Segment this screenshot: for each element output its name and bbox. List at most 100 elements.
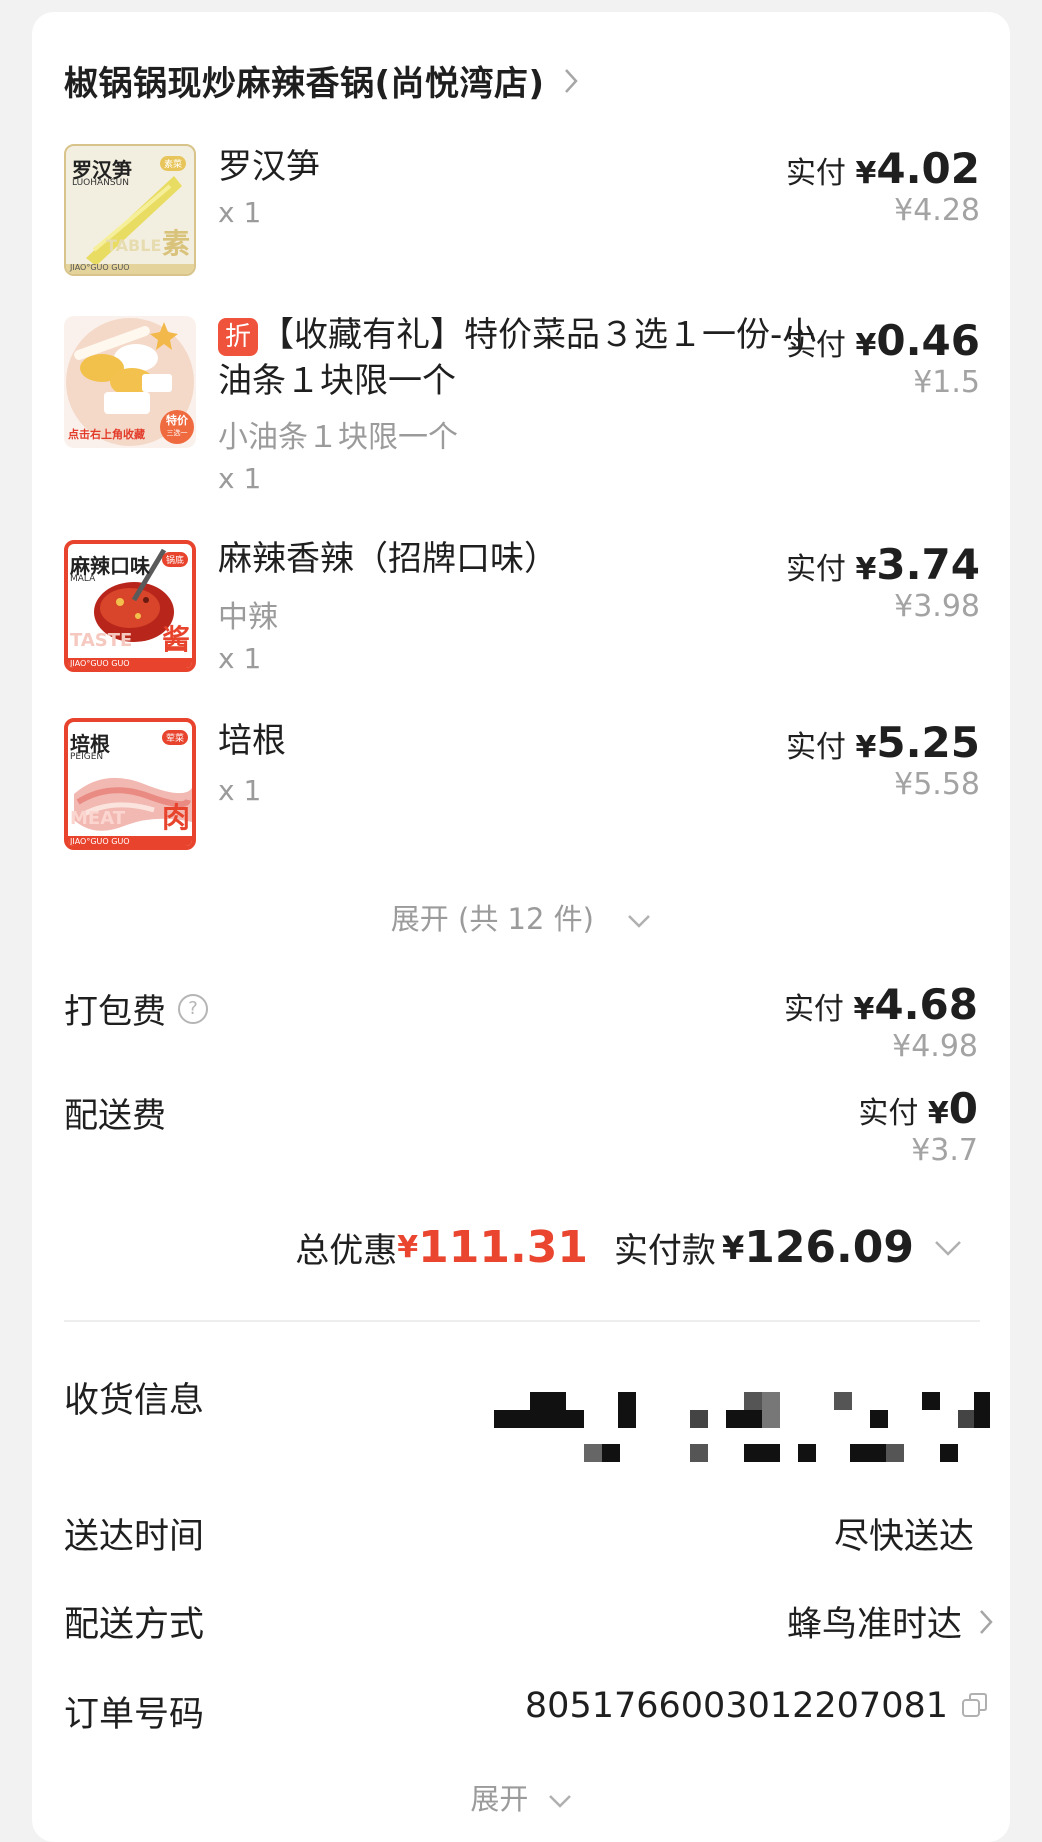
paid-amount: 3.74 (876, 540, 980, 589)
thumb-badge-title: 特价 (166, 414, 188, 427)
item-quantity: x 1 (218, 774, 262, 807)
item-quantity: x 1 (218, 462, 262, 495)
thumb-badge-sub: 三选一 (166, 429, 188, 437)
paid-amount: 0 (948, 1084, 978, 1133)
item-price: 实付 ¥0.46 ¥1.5 (786, 316, 980, 400)
currency-symbol: ¥ (855, 328, 877, 363)
original-price: ¥4.98 (892, 1029, 978, 1064)
currency-symbol: ¥ (855, 552, 877, 587)
currency-symbol: ¥ (855, 730, 877, 765)
chevron-right-icon (980, 1609, 993, 1634)
currency-symbol: ¥ (855, 156, 877, 191)
paid-amount: 0.46 (876, 316, 980, 365)
delivery-method-label: 配送方式 (64, 1605, 205, 1645)
item-price: 实付 ¥5.25 ¥5.58 (786, 718, 980, 802)
packing-fee-label: 打包费 (64, 992, 166, 1032)
paid-label: 实付 (785, 328, 846, 363)
item-name: 培根 (218, 721, 286, 761)
address-label: 收货信息 (64, 1381, 205, 1421)
packing-fee-label-wrap: 打包费 ? (64, 984, 208, 1033)
item-spec: 小油条１块限一个 (218, 420, 458, 455)
divider (64, 1320, 980, 1322)
delivery-time-value: 尽快送达 (834, 1508, 974, 1559)
thumb-badge: 荤菜 (161, 730, 188, 745)
delivery-fee-label-wrap: 配送费 (64, 1088, 166, 1137)
paid-label: 实付 (785, 730, 846, 765)
help-icon[interactable]: ? (178, 993, 208, 1024)
expand-more-label: 展开 (470, 1782, 529, 1816)
paid-label: 实付 (783, 992, 844, 1027)
thumb-subtitle: LUOHANSUN (72, 178, 129, 188)
expand-items-label: 展开 (共 12 件) (390, 902, 594, 936)
thumb-footer: JIAO°GUO GUO (70, 837, 130, 846)
thumb-char: 酱 (161, 623, 190, 656)
item-price: 实付 ¥3.74 ¥3.98 (786, 540, 980, 624)
thumb-subtitle: MALA (70, 574, 96, 584)
original-price: ¥1.5 (913, 365, 980, 400)
thumb-watermark: MEAT (70, 808, 126, 829)
item-thumbnail: 麻辣口味 MALA 锅底 TASTE 酱 JIAO°GUO GUO (64, 540, 196, 672)
item-quantity: x 1 (218, 642, 262, 675)
expand-more-button[interactable]: 展开 (0, 1776, 1042, 1818)
item-thumbnail: 罗汉笋 LUOHANSUN 素菜 TABLE 素 JIAO°GUO GUO (64, 144, 196, 276)
redacted-address (494, 1392, 994, 1462)
delivery-method: 蜂鸟准时达 (786, 1605, 962, 1645)
item-name: 麻辣香辣（招牌口味） (218, 539, 558, 579)
thumb-badge: 素菜 (159, 156, 186, 171)
delivery-time: 尽快送达 (833, 1517, 974, 1557)
paid-amount: 4.02 (876, 144, 980, 193)
original-price: ¥5.58 (894, 767, 980, 802)
item-name-wrap: 折【收藏有礼】特价菜品３选１一份-小油条１块限一个 (218, 312, 818, 404)
total-paid-currency: ¥ (721, 1228, 745, 1267)
packing-fee-price: 实付 ¥4.68 ¥4.98 (784, 980, 978, 1064)
item-name: 【收藏有礼】特价菜品３选１一份-小油条１块限一个 (218, 315, 817, 401)
chevron-right-icon (564, 68, 578, 93)
list-item[interactable]: 麻辣口味 MALA 锅底 TASTE 酱 JIAO°GUO GUO 麻辣香辣（招… (64, 539, 980, 710)
thumb-char: 肉 (161, 801, 190, 834)
order-number-label: 订单号码 (64, 1695, 205, 1735)
currency-symbol: ¥ (927, 1096, 949, 1131)
thumb-footer: JIAO°GUO GUO (70, 659, 130, 668)
thumb-subtitle: PEIGEN (70, 752, 104, 762)
chevron-down-icon (548, 1795, 571, 1808)
thumb-badge: 特价 三选一 (160, 410, 194, 444)
discount-tag: 折 (218, 317, 258, 356)
chevron-down-icon (935, 1240, 961, 1256)
order-total[interactable]: 总优惠 ¥111.31 实付款 ¥126.09 (295, 1222, 962, 1273)
list-item[interactable]: 点击右上角收藏 特价 三选一 折【收藏有礼】特价菜品３选１一份-小油条１块限一个… (64, 315, 980, 506)
chevron-down-icon (628, 915, 651, 928)
thumb-watermark: TABLE (106, 236, 162, 255)
item-thumbnail: 培根 PEIGEN 荤菜 MEAT 肉 JIAO°GUO GUO (64, 718, 196, 850)
discount-amount: 111.31 (418, 1222, 588, 1273)
thumb-char: 素 (161, 227, 190, 260)
order-number: 8051766003012207081 (524, 1686, 948, 1726)
thumb-caption: 点击右上角收藏 (68, 428, 145, 441)
thumb-watermark: TASTE (70, 630, 133, 651)
total-paid-label: 实付款 (613, 1231, 716, 1271)
delivery-time-label: 送达时间 (64, 1517, 205, 1557)
delivery-method-link[interactable]: 蜂鸟准时达 (787, 1596, 994, 1647)
expand-items-button[interactable]: 展开 (共 12 件) (0, 896, 1042, 938)
shop-name: 椒锅锅现炒麻辣香锅(尚悦湾店) (64, 64, 545, 104)
item-price: 实付 ¥4.02 ¥4.28 (786, 144, 980, 228)
currency-symbol: ¥ (853, 992, 875, 1027)
discount-currency: ¥ (397, 1230, 419, 1265)
thumb-footer: JIAO°GUO GUO (70, 263, 130, 272)
list-item[interactable]: 罗汉笋 LUOHANSUN 素菜 TABLE 素 JIAO°GUO GUO 罗汉… (64, 144, 980, 284)
paid-label: 实付 (785, 156, 846, 191)
paid-amount: 5.25 (876, 718, 980, 767)
shop-name-link[interactable]: 椒锅锅现炒麻辣香锅(尚悦湾店) (64, 56, 579, 105)
copy-icon[interactable] (960, 1691, 990, 1721)
total-paid-amount: 126.09 (744, 1222, 914, 1273)
thumb-badge: 锅底 (161, 552, 188, 567)
order-number-row: 8051766003012207081 (525, 1686, 990, 1726)
original-price: ¥4.28 (894, 193, 980, 228)
delivery-fee-label: 配送费 (64, 1096, 166, 1136)
paid-label: 实付 (785, 552, 846, 587)
list-item[interactable]: 培根 PEIGEN 荤菜 MEAT 肉 JIAO°GUO GUO 培根 x 1 … (64, 718, 980, 858)
original-price: ¥3.7 (911, 1133, 978, 1168)
paid-amount: 4.68 (874, 980, 978, 1029)
delivery-fee-price: 实付 ¥0 ¥3.7 (858, 1084, 978, 1168)
item-quantity: x 1 (218, 196, 262, 229)
item-thumbnail: 点击右上角收藏 特价 三选一 (64, 316, 196, 448)
